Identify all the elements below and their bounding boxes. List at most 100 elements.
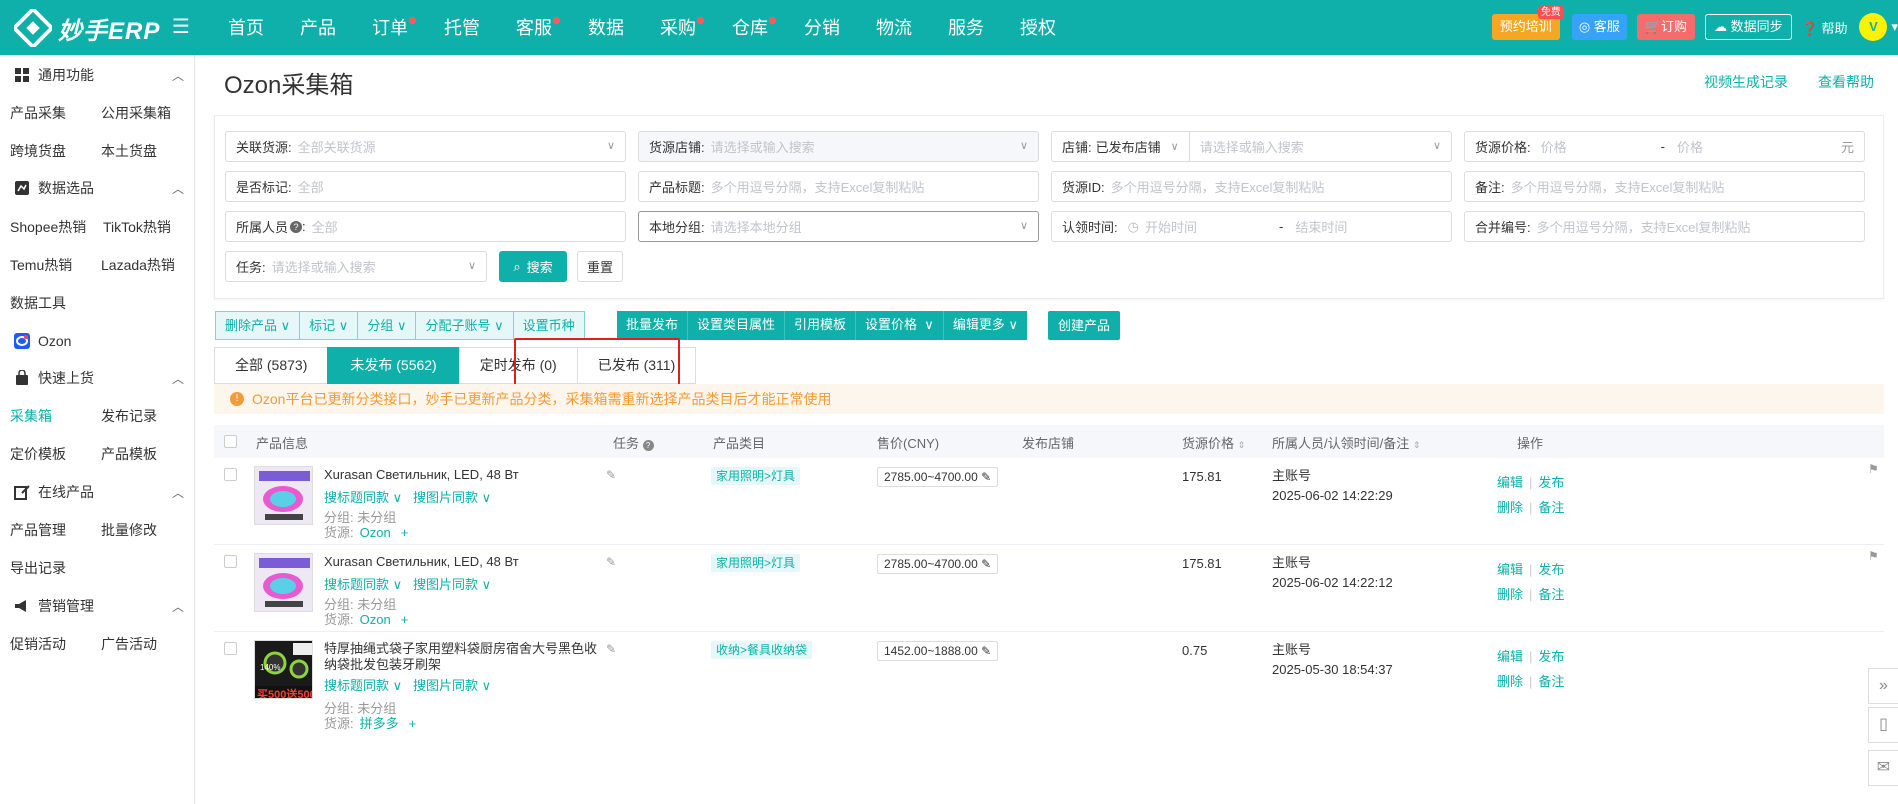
sidebar-section-ozon[interactable]: Ozon: [14, 331, 71, 351]
sidebar-item-public-collect[interactable]: 公用采集箱: [101, 103, 171, 123]
product-thumbnail[interactable]: 140% 买500送500: [254, 640, 313, 699]
edit-link[interactable]: 编辑: [1497, 649, 1523, 664]
nav-item-data[interactable]: 数据: [572, 0, 640, 55]
search-same-image-link[interactable]: 搜图片同款: [413, 577, 478, 592]
sidebar-item-product-collect[interactable]: 产品采集: [10, 103, 66, 123]
source-link[interactable]: Ozon: [360, 525, 391, 540]
mark-button[interactable]: 标记 ∨: [299, 311, 359, 340]
price-range[interactable]: 2785.00~4700.00 ✎: [877, 554, 999, 574]
start-time-input[interactable]: 开始时间: [1145, 217, 1279, 236]
row-checkbox[interactable]: [224, 555, 237, 568]
edit-more-button[interactable]: 编辑更多 ∨: [943, 311, 1027, 340]
category-tag[interactable]: 家用照明>灯具: [711, 554, 801, 572]
nav-item-service[interactable]: 客服: [500, 0, 568, 55]
expand-panel-icon[interactable]: »: [1868, 668, 1898, 704]
plus-icon[interactable]: +: [401, 612, 409, 627]
sidebar-section-data-selection[interactable]: 数据选品 ︿: [14, 178, 184, 198]
plus-icon[interactable]: +: [409, 716, 417, 731]
customer-service-button[interactable]: ◎ 客服: [1571, 14, 1627, 40]
set-category-attr-button[interactable]: 设置类目属性: [688, 311, 786, 340]
question-icon[interactable]: ?: [290, 220, 303, 233]
search-same-title-link[interactable]: 搜标题同款: [324, 490, 389, 505]
owner-filter[interactable]: 所属人员 ? : 全部: [225, 211, 626, 242]
shop-status-value[interactable]: 已发布店铺: [1096, 137, 1161, 156]
sidebar-section-quick-listing[interactable]: 快速上货 ︿: [14, 368, 184, 388]
avatar[interactable]: V: [1859, 13, 1888, 41]
data-sync-button[interactable]: ☁ 数据同步: [1705, 14, 1792, 40]
training-button[interactable]: 预约培训 免费: [1491, 6, 1564, 40]
nav-item-hosting[interactable]: 托管: [428, 0, 496, 55]
search-same-image-link[interactable]: 搜图片同款: [413, 678, 478, 693]
source-filter[interactable]: 关联货源: 全部关联货源 ∨: [225, 131, 626, 162]
publish-link[interactable]: 发布: [1538, 562, 1564, 577]
sidebar-item-tiktok[interactable]: TikTok热销: [103, 217, 171, 237]
help-link[interactable]: ❓ 帮助: [1802, 18, 1848, 37]
price-max-input[interactable]: 价格: [1677, 137, 1703, 156]
batch-publish-button[interactable]: 批量发布: [617, 311, 689, 340]
mobile-icon[interactable]: ▯: [1868, 707, 1898, 743]
create-product-button[interactable]: 创建产品: [1048, 311, 1121, 340]
flag-icon[interactable]: ⚑: [1868, 462, 1879, 476]
sidebar-item-data-tools[interactable]: 数据工具: [10, 293, 66, 313]
edit-link[interactable]: 编辑: [1497, 475, 1523, 490]
claim-time-range[interactable]: 认领时间: ◷ 开始时间 - 结束时间: [1051, 211, 1452, 242]
tab-unpublished[interactable]: 未发布 (5562): [327, 347, 460, 384]
feedback-icon[interactable]: ✉: [1868, 750, 1898, 786]
delete-products-button[interactable]: 删除产品 ∨: [215, 311, 301, 340]
category-tag[interactable]: 收纳>餐具收纳袋: [711, 641, 813, 659]
subscribe-button[interactable]: 🛒订购: [1636, 14, 1695, 40]
delete-link[interactable]: 删除: [1497, 500, 1523, 515]
edit-pencil-icon[interactable]: ✎: [606, 555, 616, 569]
col-source-price[interactable]: 货源价格 ⇕: [1182, 433, 1245, 452]
edit-link[interactable]: 编辑: [1497, 562, 1523, 577]
sidebar-section-online-products[interactable]: 在线产品 ︿: [14, 482, 184, 502]
search-same-image-link[interactable]: 搜图片同款: [413, 490, 478, 505]
remark-link[interactable]: 备注: [1538, 500, 1564, 515]
col-owner[interactable]: 所属人员/认领时间/备注 ⇕: [1272, 433, 1420, 452]
nav-item-services[interactable]: 服务: [932, 0, 1000, 55]
shop-filter[interactable]: 店铺: 已发布店铺 ∨ 请选择或输入搜索 ∨: [1051, 131, 1452, 162]
price-min-input[interactable]: 价格: [1541, 137, 1661, 156]
video-records-link[interactable]: 视频生成记录: [1704, 72, 1788, 92]
nav-item-authorize[interactable]: 授权: [1004, 0, 1072, 55]
price-range[interactable]: 2785.00~4700.00 ✎: [877, 467, 999, 487]
merge-no-input[interactable]: 合并编号: 多个用逗号分隔，支持Excel复制粘贴: [1464, 211, 1865, 242]
row-checkbox[interactable]: [224, 642, 237, 655]
product-thumbnail[interactable]: [254, 553, 313, 612]
sidebar-item-lazada[interactable]: Lazada热销: [101, 255, 175, 275]
product-title[interactable]: 特厚抽绳式袋子家用塑料袋厨房宿舍大号黑色收纳袋批发包装牙刷架: [324, 641, 604, 673]
nav-item-distribution[interactable]: 分销: [788, 0, 856, 55]
tab-all[interactable]: 全部 (5873): [214, 347, 329, 384]
product-thumbnail[interactable]: [254, 466, 313, 525]
sidebar-item-shopee[interactable]: Shopee热销: [10, 217, 86, 237]
sidebar-item-ads[interactable]: 广告活动: [101, 634, 157, 654]
edit-pencil-icon[interactable]: ✎: [606, 642, 616, 656]
use-template-button[interactable]: 引用模板: [785, 311, 857, 340]
sidebar-item-cross-border[interactable]: 跨境货盘: [10, 141, 66, 161]
publish-link[interactable]: 发布: [1538, 475, 1564, 490]
source-id-input[interactable]: 货源ID: 多个用逗号分隔，支持Excel复制粘贴: [1051, 171, 1452, 202]
source-link[interactable]: 拼多多: [360, 716, 399, 731]
local-group-select[interactable]: 本地分组: 请选择本地分组 ∨: [638, 211, 1039, 242]
search-button[interactable]: ⌕ 搜索: [499, 251, 567, 282]
source-link[interactable]: Ozon: [360, 612, 391, 627]
sidebar-item-publish-records[interactable]: 发布记录: [101, 406, 157, 426]
remark-input[interactable]: 备注: 多个用逗号分隔，支持Excel复制粘贴: [1464, 171, 1865, 202]
sidebar-section-general[interactable]: 通用功能 ︿: [14, 65, 184, 85]
sidebar-item-promotion[interactable]: 促销活动: [10, 634, 66, 654]
price-range[interactable]: 1452.00~1888.00 ✎: [877, 641, 999, 661]
select-all-checkbox[interactable]: [224, 435, 237, 448]
nav-item-warehouse[interactable]: 仓库: [716, 0, 784, 55]
sidebar-section-marketing[interactable]: 营销管理 ︿: [14, 596, 184, 616]
reset-button[interactable]: 重置: [577, 251, 623, 282]
sidebar-item-local-goods[interactable]: 本土货盘: [101, 141, 157, 161]
delete-link[interactable]: 删除: [1497, 674, 1523, 689]
product-title[interactable]: Xurasan Светильник, LED, 48 Вт: [324, 467, 604, 483]
sidebar-item-export-records[interactable]: 导出记录: [10, 558, 66, 578]
publish-link[interactable]: 发布: [1538, 649, 1564, 664]
source-price-range[interactable]: 货源价格: 价格 - 价格 元: [1464, 131, 1865, 162]
flag-icon[interactable]: ⚑: [1868, 549, 1879, 563]
edit-pencil-icon[interactable]: ✎: [606, 468, 616, 482]
search-same-title-link[interactable]: 搜标题同款: [324, 678, 389, 693]
plus-icon[interactable]: +: [401, 525, 409, 540]
